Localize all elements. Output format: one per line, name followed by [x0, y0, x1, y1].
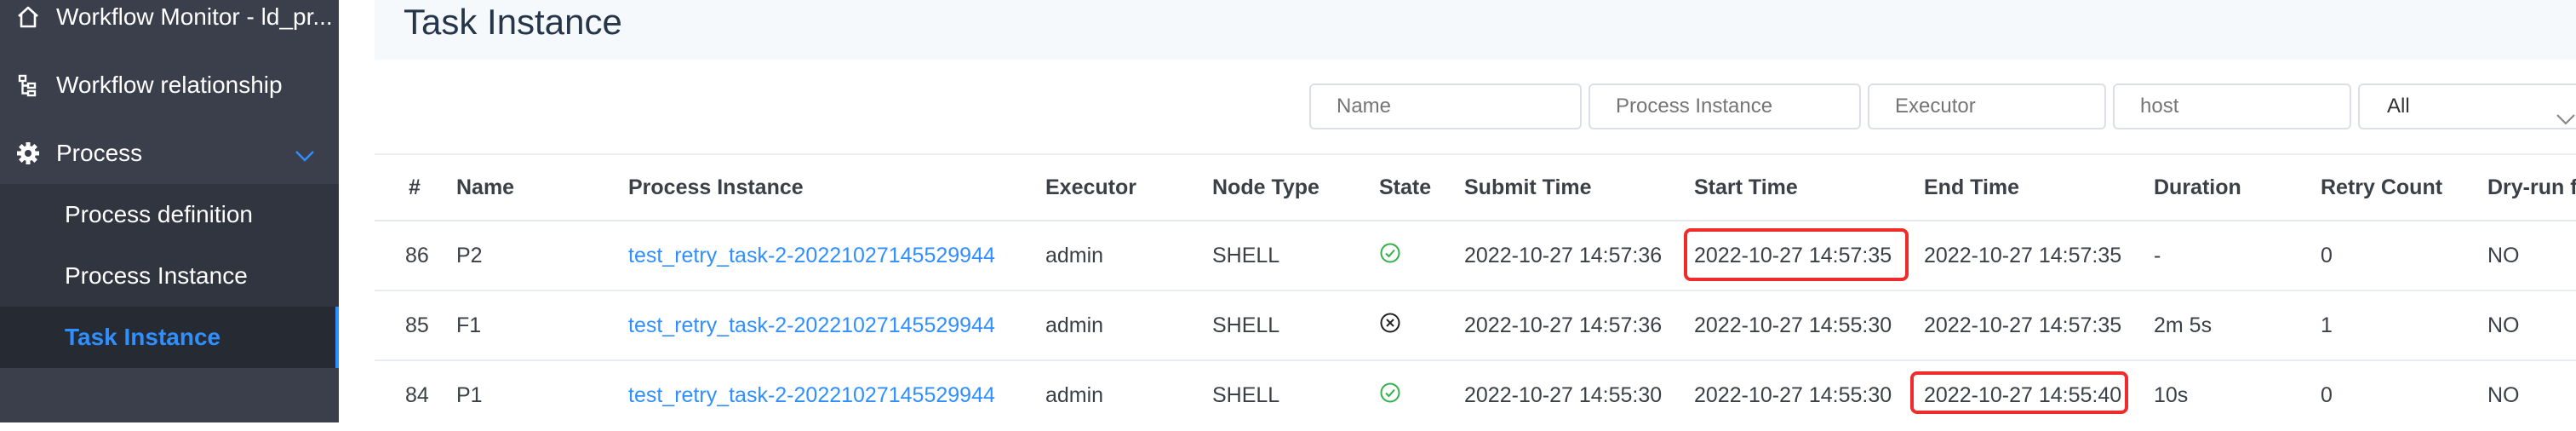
failed-x-icon — [1379, 312, 1401, 334]
row-executor: admin — [1045, 244, 1104, 267]
row-executor: admin — [1045, 383, 1104, 407]
row-name: P1 — [456, 383, 483, 407]
gear-icon — [15, 141, 41, 166]
sidebar-item-workflow-monitor[interactable]: Workflow Monitor - ld_pr... — [0, 0, 339, 48]
row-retry-count: 1 — [2321, 313, 2333, 337]
annotation-highlight-start-time — [1684, 228, 1909, 281]
column-header-node-type: Node Type — [1212, 175, 1319, 199]
sidebar-item-label: Process Instance — [65, 262, 248, 289]
title-bar: Task Instance — [375, 0, 2576, 60]
column-header-name: Name — [456, 175, 515, 199]
sidebar-item-process-instance[interactable]: Process Instance — [0, 245, 339, 307]
row-submit-time: 2022-10-27 14:55:30 — [1464, 383, 1663, 407]
column-header-process-instance: Process Instance — [628, 175, 804, 199]
row-start-time: 2022-10-27 14:55:30 — [1694, 313, 1892, 337]
row-node-type: SHELL — [1212, 383, 1280, 407]
executor-input[interactable] — [1868, 83, 2106, 129]
row-executor: admin — [1045, 313, 1104, 337]
column-header-dry-run: Dry-run f — [2487, 175, 2576, 199]
column-header-start-time: Start Time — [1694, 175, 1798, 199]
row-index: 85 — [405, 313, 429, 337]
sidebar-item-process[interactable]: Process — [0, 123, 339, 184]
row-end-time: 2022-10-27 14:57:35 — [1924, 244, 2122, 267]
table-row: 85 F1 test_retry_task-2-2022102714552994… — [375, 291, 2576, 361]
row-end-time: 2022-10-27 14:57:35 — [1924, 313, 2122, 337]
success-check-icon — [1379, 382, 1401, 404]
row-node-type: SHELL — [1212, 313, 1280, 337]
annotation-highlight-end-time — [1910, 371, 2128, 414]
row-index: 86 — [405, 244, 429, 267]
row-duration: - — [2154, 244, 2161, 267]
row-name: P2 — [456, 244, 483, 267]
column-header-end-time: End Time — [1924, 175, 2020, 199]
process-instance-link[interactable]: test_retry_task-2-20221027145529944 — [628, 383, 995, 408]
column-header-index: # — [409, 175, 421, 199]
sidebar-item-task-instance[interactable]: Task Instance — [0, 307, 339, 368]
table-row: 86 P2 test_retry_task-2-2022102714552994… — [375, 221, 2576, 291]
row-submit-time: 2022-10-27 14:57:36 — [1464, 313, 1663, 337]
page-title: Task Instance — [404, 2, 622, 42]
row-duration: 10s — [2154, 383, 2189, 407]
column-header-submit-time: Submit Time — [1464, 175, 1592, 199]
column-header-retry-count: Retry Count — [2321, 175, 2443, 199]
state-select[interactable]: All — [2358, 83, 2576, 129]
column-header-duration: Duration — [2154, 175, 2241, 199]
table-header: # Name Process Instance Executor Node Ty… — [375, 153, 2576, 221]
chevron-down-icon — [2556, 99, 2576, 141]
sidebar-item-label: Process definition — [65, 201, 254, 227]
table-row: 84 P1 test_retry_task-2-2022102714552994… — [375, 361, 2576, 431]
process-instance-input[interactable] — [1589, 83, 1861, 129]
process-instance-link[interactable]: test_retry_task-2-20221027145529944 — [628, 244, 995, 268]
column-header-executor: Executor — [1045, 175, 1136, 199]
sidebar-item-process-definition[interactable]: Process definition — [0, 184, 339, 245]
sidebar-spacer — [0, 368, 339, 422]
column-header-state: State — [1379, 175, 1432, 199]
name-input[interactable] — [1309, 83, 1582, 129]
main-content: Task Instance All # Name Process Instanc… — [339, 0, 2576, 422]
sidebar-item-label: Workflow relationship — [56, 72, 283, 98]
row-node-type: SHELL — [1212, 244, 1280, 267]
row-index: 84 — [405, 383, 429, 407]
host-input[interactable] — [2113, 83, 2351, 129]
sidebar-item-workflow-relationship[interactable]: Workflow relationship — [0, 55, 339, 116]
home-icon — [15, 4, 41, 30]
sidebar-item-label: Process — [56, 140, 143, 166]
sidebar-item-label: Workflow Monitor - ld_pr... — [56, 3, 333, 30]
row-start-time: 2022-10-27 14:55:30 — [1694, 383, 1892, 407]
sidebar-item-label: Task Instance — [65, 324, 221, 350]
row-dry-run: NO — [2487, 383, 2520, 407]
row-dry-run: NO — [2487, 313, 2520, 337]
success-check-icon — [1379, 242, 1401, 264]
row-retry-count: 0 — [2321, 244, 2333, 267]
row-duration: 2m 5s — [2154, 313, 2212, 337]
state-select-value: All — [2387, 95, 2410, 118]
row-name: F1 — [456, 313, 482, 337]
row-retry-count: 0 — [2321, 383, 2333, 407]
row-submit-time: 2022-10-27 14:57:36 — [1464, 244, 1663, 267]
row-dry-run: NO — [2487, 244, 2520, 267]
tree-icon — [15, 72, 41, 98]
sidebar: Workflow Monitor - ld_pr... Workflow rel… — [0, 0, 339, 422]
chevron-down-icon[interactable] — [295, 141, 315, 169]
process-instance-link[interactable]: test_retry_task-2-20221027145529944 — [628, 313, 995, 338]
